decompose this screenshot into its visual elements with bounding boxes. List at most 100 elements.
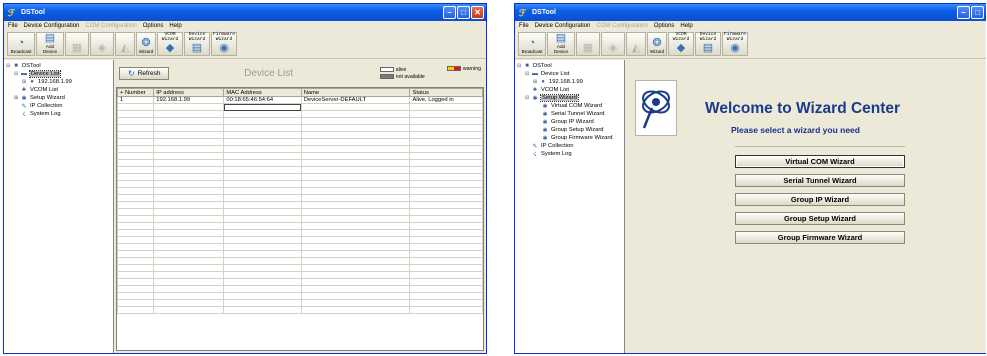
wizard-leaf-icon: ✱: [542, 127, 548, 134]
empty-table-row: [117, 138, 483, 146]
column-header-ip[interactable]: IP address: [153, 88, 225, 97]
setup-wizard-icon: ✱: [532, 95, 538, 102]
disabled-tool-button-2[interactable]: ◈: [90, 32, 114, 56]
device-table: + Number IP address MAC Address Name Sta…: [117, 88, 483, 314]
table-header-row: + Number IP address MAC Address Name Sta…: [117, 88, 483, 97]
maximize-icon[interactable]: □: [457, 6, 470, 19]
title-bar[interactable]: ℱ DSTool – □ ✕: [4, 4, 486, 21]
disabled-tool-button-1[interactable]: ▦: [576, 32, 600, 56]
empty-table-row: [117, 159, 483, 167]
refresh-icon: ↻: [128, 68, 135, 78]
wizard-center-panel: Welcome to Wizard Center Please select a…: [625, 60, 986, 353]
virtual-com-wizard-button[interactable]: Virtual COM Wizard: [735, 155, 905, 168]
tree-item-dstool[interactable]: ⊟ ■ DSTool: [517, 62, 622, 70]
close-icon[interactable]: ✕: [471, 6, 484, 19]
menu-help[interactable]: Help: [169, 23, 181, 29]
empty-table-row: [117, 187, 483, 195]
tree-item-group-firmware-wizard[interactable]: ✱ Group Firmware Wizard: [517, 134, 622, 142]
table-row[interactable]: 1 192.168.1.99 00:18:65:46:54:64 DeviceS…: [117, 96, 483, 104]
cell-editor: [223, 103, 302, 111]
menu-options[interactable]: Options: [143, 23, 164, 29]
tree-item-device-192-168-1-99[interactable]: ⊞ ● 192.168.1.99: [6, 78, 111, 86]
empty-table-row: [117, 306, 483, 314]
tree-item-dstool[interactable]: ⊟ ■ DSTool: [6, 62, 111, 70]
empty-table-row: [117, 208, 483, 216]
group-ip-wizard-button[interactable]: Group IP Wizard: [735, 193, 905, 206]
tree-item-group-ip-wizard[interactable]: ✱ Group IP Wizard: [517, 118, 622, 126]
menu-device-configuration[interactable]: Device Configuration: [535, 23, 591, 29]
menu-options[interactable]: Options: [654, 23, 675, 29]
menu-device-configuration[interactable]: Device Configuration: [24, 23, 80, 29]
refresh-button[interactable]: ↻ Refresh: [119, 66, 170, 80]
empty-table-row: [117, 229, 483, 237]
tree-item-virtual-com-wizard[interactable]: ✱ Virtual COM Wizard: [517, 102, 622, 110]
firmware-wizard-button[interactable]: Firmware Wizard ◉: [211, 32, 237, 56]
menu-file[interactable]: File: [519, 23, 529, 29]
wizard-button[interactable]: ❂ Wizard: [136, 32, 156, 56]
tree-item-vcom-list[interactable]: ♣ VCOM List: [6, 86, 111, 94]
group-setup-wizard-button[interactable]: Group Setup Wizard: [735, 212, 905, 225]
tree-item-group-setup-wizard[interactable]: ✱ Group Setup Wizard: [517, 126, 622, 134]
title-bar[interactable]: ℱ DSTool – □: [515, 4, 986, 21]
device-node-icon: ●: [30, 79, 34, 85]
column-header-mac[interactable]: MAC Address: [223, 88, 302, 97]
tree-item-vcom-list[interactable]: ♣ VCOM List: [517, 86, 622, 94]
tree-item-device-192-168-1-99[interactable]: ⊞ ● 192.168.1.99: [517, 78, 622, 86]
menu-com-configuration[interactable]: COM Configuration: [596, 23, 647, 29]
menu-bar: File Device Configuration COM Configurat…: [4, 21, 486, 31]
firmware-wizard-button[interactable]: Firmware Wizard ◉: [722, 32, 748, 56]
broadcast-button[interactable]: ◔ Broadcast: [518, 32, 546, 56]
tree-item-device-list[interactable]: ⊟ ▬ Device List: [517, 70, 622, 78]
tree-item-setup-wizard[interactable]: ⊞ ✱ Setup Wizard: [6, 94, 111, 102]
column-header-status[interactable]: Status: [409, 88, 483, 97]
wizard-icon: ❂: [652, 37, 662, 49]
app-icon: ℱ: [8, 7, 16, 18]
tree-item-system-log[interactable]: ☇ System Log: [6, 110, 111, 118]
add-device-icon: ▤: [555, 32, 567, 44]
menu-com-configuration[interactable]: COM Configuration: [85, 23, 136, 29]
window-title: DSTool: [532, 9, 556, 16]
group-firmware-wizard-button[interactable]: Group Firmware Wizard: [735, 231, 905, 244]
column-header-name[interactable]: Name: [300, 88, 411, 97]
disabled-tool-button-1[interactable]: ▦: [65, 32, 89, 56]
tree-item-system-log[interactable]: ☇ System Log: [517, 150, 622, 158]
tree-item-ip-collection[interactable]: ✎ IP Collection: [517, 142, 622, 150]
disabled-tool-button-3[interactable]: ◭: [626, 32, 646, 56]
device-table-container[interactable]: + Number IP address MAC Address Name Sta…: [116, 87, 484, 351]
empty-table-row: [117, 236, 483, 244]
empty-table-row: [117, 264, 483, 272]
tree-item-setup-wizard[interactable]: ⊟ ✱ Setup Wizard: [517, 94, 622, 102]
device-list-icon: ▬: [532, 71, 538, 77]
alive-swatch: [379, 67, 394, 72]
empty-table-row: [117, 285, 483, 293]
vcom-wizard-button[interactable]: VCOM Wizard ◆: [157, 32, 183, 56]
warning-legend: warning: [446, 66, 481, 72]
broadcast-button[interactable]: ◔ Broadcast: [7, 32, 35, 56]
wizard-logo-icon: [635, 80, 677, 136]
menu-help[interactable]: Help: [680, 23, 692, 29]
vcom-wizard-button[interactable]: VCOM Wizard ◆: [668, 32, 694, 56]
maximize-icon[interactable]: □: [971, 6, 984, 19]
empty-table-row: [117, 152, 483, 160]
menu-file[interactable]: File: [8, 23, 18, 29]
wizard-leaf-icon: ✱: [542, 111, 548, 118]
device-wizard-button[interactable]: Device Wizard ▤: [695, 32, 721, 56]
wizard-button[interactable]: ❂ Wizard: [647, 32, 667, 56]
minimize-icon[interactable]: –: [957, 6, 970, 19]
arrows-icon: ◈: [608, 42, 618, 54]
add-device-button[interactable]: ▤ Add Device: [36, 32, 64, 56]
not-available-swatch: [379, 74, 394, 79]
device-wizard-button[interactable]: Device Wizard ▤: [184, 32, 210, 56]
serial-tunnel-wizard-button[interactable]: Serial Tunnel Wizard: [735, 174, 905, 187]
disabled-tool-button-3[interactable]: ◭: [115, 32, 135, 56]
column-header-number[interactable]: + Number: [117, 88, 155, 97]
wizard-icon: ❂: [141, 37, 151, 49]
empty-table-row: [117, 173, 483, 181]
minimize-icon[interactable]: –: [443, 6, 456, 19]
add-device-button[interactable]: ▤ Add Device: [547, 32, 575, 56]
tree-item-serial-tunnel-wizard[interactable]: ✱ Serial Tunnel Wizard: [517, 110, 622, 118]
broadcast-icon: ◔: [17, 37, 25, 49]
disabled-tool-button-2[interactable]: ◈: [601, 32, 625, 56]
tree-item-device-list[interactable]: ⊟ ▬ Device List: [6, 70, 111, 78]
tree-item-ip-collection[interactable]: ✎ IP Collection: [6, 102, 111, 110]
